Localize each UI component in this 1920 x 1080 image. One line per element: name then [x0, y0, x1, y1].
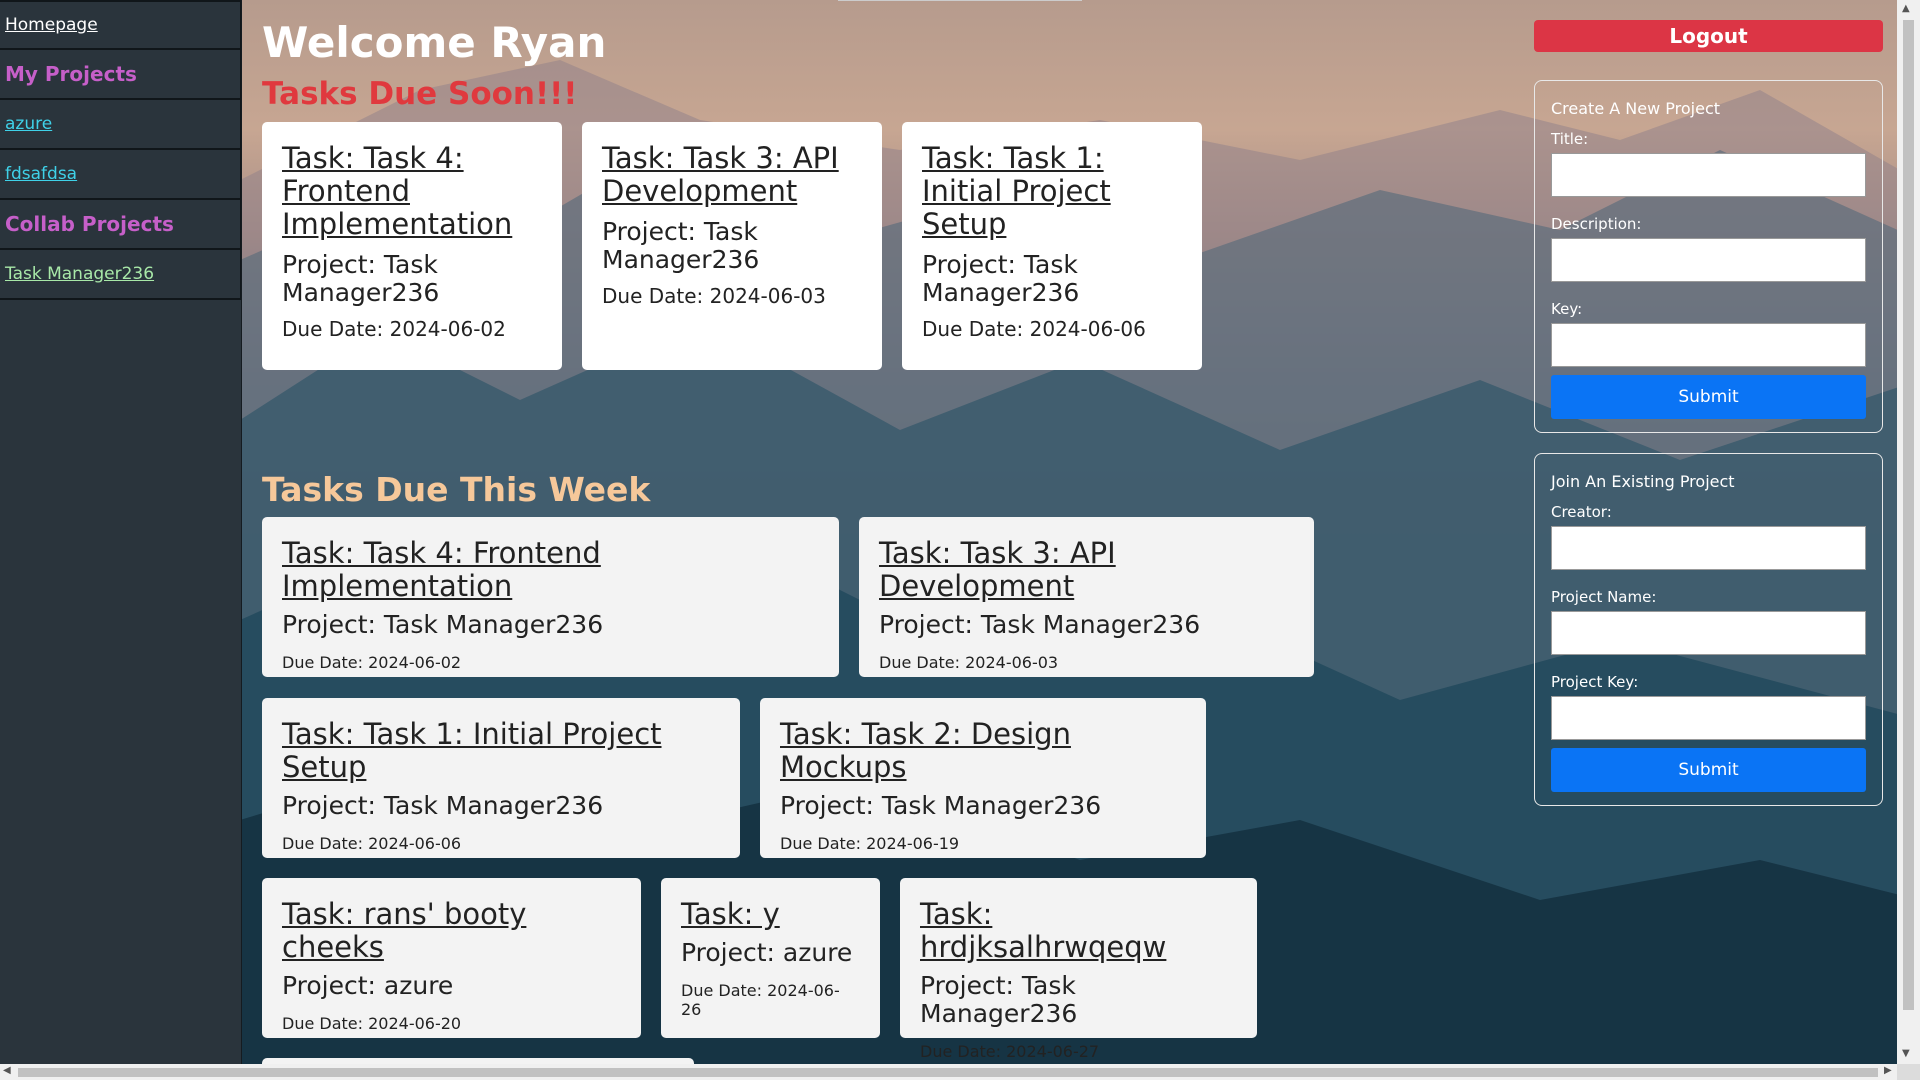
task-title-link[interactable]: Task: Task 2: Design Mockups	[780, 718, 1186, 784]
sidebar-item-azure[interactable]: azure	[0, 100, 241, 150]
create-project-form: Create A New Project Title: Description:…	[1534, 80, 1883, 433]
week-task-card: Task: Task 3: API Development Project: T…	[859, 517, 1314, 677]
description-label: Description:	[1551, 215, 1642, 233]
vertical-scrollbar[interactable]: ▲ ▼	[1897, 0, 1920, 1080]
week-task-card: Task: Task 2: Design Mockups Project: Ta…	[760, 698, 1206, 858]
task-due-date: Due Date: 2024-06-19	[780, 834, 960, 853]
horizontal-scrollbar[interactable]: ◀ ▶	[0, 1064, 1897, 1080]
task-due-date: Due Date: 2024-06-20	[282, 1014, 462, 1033]
collab-projects-heading: Collab Projects	[5, 212, 174, 236]
task-title-link[interactable]: Task: Task 4: Frontend Implementation	[282, 142, 542, 241]
task-due-date: Due Date: 2024-06-26	[681, 981, 840, 1019]
task-project: Project: Task Manager236	[602, 217, 760, 274]
task-due-date: Due Date: 2024-06-27	[920, 1042, 1100, 1061]
key-label: Key:	[1551, 300, 1583, 318]
sidebar-heading-my-projects: My Projects	[0, 50, 241, 100]
tasks-due-soon-heading: Tasks Due Soon!!!	[262, 76, 578, 112]
task-due-date: Due Date: 2024-06-06	[282, 834, 462, 853]
task-title-link[interactable]: Task: Task 1: Initial Project Setup	[282, 718, 720, 784]
join-submit-button[interactable]: Submit	[1551, 748, 1866, 792]
task-due-date: Due Date: 2024-06-02	[282, 653, 462, 672]
main-content: Welcome Ryan Tasks Due Soon!!! Task: Tas…	[262, 0, 1522, 1080]
my-projects-heading: My Projects	[5, 62, 137, 86]
key-input[interactable]	[1551, 323, 1866, 367]
task-project: Project: Task Manager236	[282, 250, 440, 307]
task-project: Project: Task Manager236	[879, 610, 1201, 639]
title-label: Title:	[1551, 130, 1589, 148]
task-title-link[interactable]: Task: Task 3: API Development	[879, 537, 1294, 603]
soon-task-card: Task: Task 3: API Development Project: T…	[582, 122, 882, 370]
scrollbar-corner	[1897, 1064, 1920, 1080]
azure-link[interactable]: azure	[5, 114, 52, 134]
task-due-date: Due Date: 2024-06-06	[922, 317, 1146, 341]
week-task-card: Task: hrdjksalhrwqeqw Project: Task Mana…	[900, 878, 1257, 1061]
task-manager236-link[interactable]: Task Manager236	[5, 264, 154, 284]
creator-input[interactable]	[1551, 526, 1866, 570]
soon-task-card: Task: Task 1: Initial Project Setup Proj…	[902, 122, 1202, 370]
task-project: Project: Task Manager236	[780, 791, 1102, 820]
task-title-link[interactable]: Task: rans' booty cheeks	[282, 898, 621, 964]
scroll-up-icon[interactable]: ▲	[1902, 3, 1910, 14]
logout-button[interactable]: Logout	[1534, 20, 1883, 52]
week-task-card: Task: y Project: azure Due Date: 2024-06…	[661, 878, 880, 1038]
sidebar: Homepage My Projects azure fdsafdsa Coll…	[0, 0, 242, 1064]
task-project: Project: Task Manager236	[282, 791, 604, 820]
task-title-link[interactable]: Task: y	[681, 898, 860, 931]
sidebar-heading-collab-projects: Collab Projects	[0, 200, 241, 250]
task-project: Project: azure	[681, 938, 853, 967]
fdsafdsa-link[interactable]: fdsafdsa	[5, 164, 77, 184]
task-due-date: Due Date: 2024-06-03	[602, 284, 826, 308]
creator-label: Creator:	[1551, 503, 1612, 521]
vertical-scroll-thumb[interactable]	[1903, 20, 1914, 1010]
task-title-link[interactable]: Task: Task 1: Initial Project Setup	[922, 142, 1182, 241]
welcome-heading: Welcome Ryan	[262, 18, 607, 67]
homepage-link[interactable]: Homepage	[5, 15, 98, 35]
join-project-form: Join An Existing Project Creator: Projec…	[1534, 453, 1883, 806]
task-project: Project: Task Manager236	[282, 610, 604, 639]
task-title-link[interactable]: Task: hrdjksalhrwqeqw	[920, 898, 1237, 964]
task-project: Project: Task Manager236	[920, 971, 1078, 1028]
scroll-left-icon[interactable]: ◀	[3, 1065, 11, 1076]
task-due-date: Due Date: 2024-06-03	[879, 653, 1059, 672]
task-project: Project: Task Manager236	[922, 250, 1080, 307]
week-task-card: Task: rans' booty cheeks Project: azure …	[262, 878, 641, 1038]
create-project-title: Create A New Project	[1551, 99, 1721, 118]
task-due-date: Due Date: 2024-06-02	[282, 317, 506, 341]
project-name-input[interactable]	[1551, 611, 1866, 655]
sidebar-item-fdsafdsa[interactable]: fdsafdsa	[0, 150, 241, 200]
sidebar-item-homepage[interactable]: Homepage	[0, 0, 241, 50]
scroll-right-icon[interactable]: ▶	[1884, 1065, 1892, 1076]
project-name-label: Project Name:	[1551, 588, 1657, 606]
tasks-due-this-week-heading: Tasks Due This Week	[262, 470, 651, 509]
description-input[interactable]	[1551, 238, 1866, 282]
task-title-link[interactable]: Task: Task 3: API Development	[602, 142, 862, 208]
week-task-card: Task: Task 1: Initial Project Setup Proj…	[262, 698, 740, 858]
create-submit-button[interactable]: Submit	[1551, 375, 1866, 419]
week-task-card: Task: Task 4: Frontend Implementation Pr…	[262, 517, 839, 677]
join-project-title: Join An Existing Project	[1551, 472, 1735, 491]
title-input[interactable]	[1551, 153, 1866, 197]
horizontal-scroll-thumb[interactable]	[18, 1068, 1878, 1077]
project-key-input[interactable]	[1551, 696, 1866, 740]
scroll-down-icon[interactable]: ▼	[1902, 1048, 1910, 1059]
task-project: Project: azure	[282, 971, 454, 1000]
sidebar-item-task-manager236[interactable]: Task Manager236	[0, 250, 241, 300]
project-key-label: Project Key:	[1551, 673, 1639, 691]
soon-task-card: Task: Task 4: Frontend Implementation Pr…	[262, 122, 562, 370]
task-title-link[interactable]: Task: Task 4: Frontend Implementation	[282, 537, 819, 603]
